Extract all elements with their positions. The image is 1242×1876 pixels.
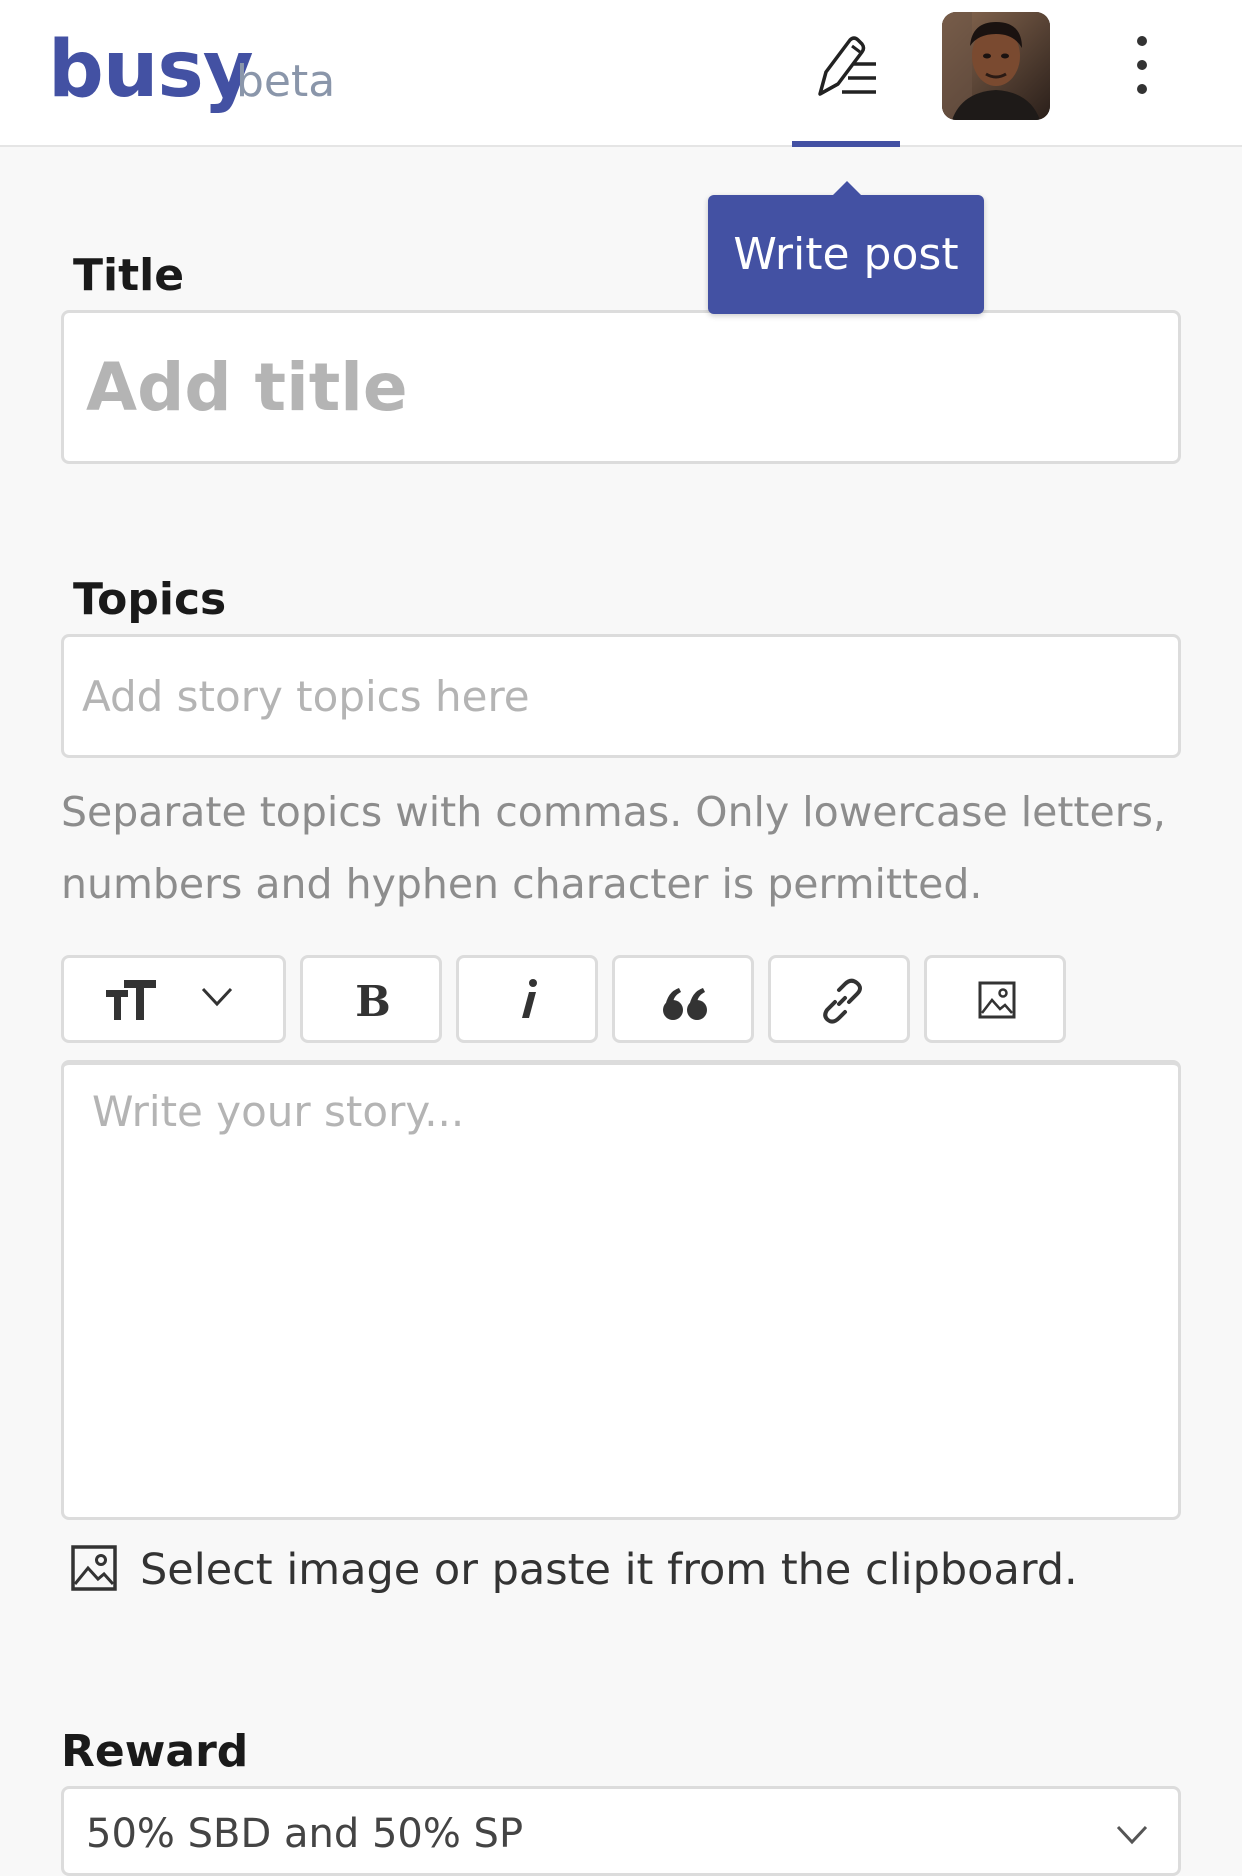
link-button[interactable] bbox=[768, 955, 910, 1043]
quote-button[interactable] bbox=[612, 955, 754, 1043]
write-post-button[interactable] bbox=[792, 0, 900, 147]
italic-icon bbox=[522, 979, 537, 1018]
topics-field[interactable] bbox=[61, 634, 1181, 758]
image-button[interactable] bbox=[924, 955, 1066, 1043]
app-logo[interactable]: busy bbox=[48, 20, 254, 120]
story-editor[interactable] bbox=[61, 1060, 1181, 1520]
title-input[interactable] bbox=[64, 313, 1178, 461]
app-header: busy beta bbox=[0, 0, 1242, 147]
bold-icon: B bbox=[355, 978, 391, 1022]
reward-select[interactable]: 50% SBD and 50% SP bbox=[61, 1786, 1181, 1876]
svg-text:B: B bbox=[355, 978, 391, 1022]
title-field[interactable] bbox=[61, 310, 1181, 464]
bold-button[interactable]: B bbox=[300, 955, 442, 1043]
quote-icon bbox=[663, 988, 707, 1020]
user-avatar[interactable] bbox=[942, 12, 1050, 120]
more-dot bbox=[1137, 36, 1147, 46]
topics-hint: Separate topics with commas. Only lowerc… bbox=[61, 788, 1166, 908]
text-size-button[interactable] bbox=[61, 955, 286, 1043]
more-dot bbox=[1137, 60, 1147, 70]
reward-label: Reward bbox=[61, 1726, 249, 1777]
topics-label: Topics bbox=[73, 574, 227, 625]
image-icon bbox=[71, 1545, 117, 1591]
italic-button[interactable] bbox=[456, 955, 598, 1043]
more-dot bbox=[1137, 84, 1147, 94]
text-size-icon bbox=[106, 980, 156, 1020]
write-post-tooltip: Write post bbox=[708, 181, 984, 314]
chevron-down-icon bbox=[1116, 1825, 1148, 1845]
beta-badge: beta bbox=[236, 56, 336, 107]
more-options-button[interactable] bbox=[1110, 30, 1174, 100]
write-post-icon bbox=[818, 36, 876, 96]
reward-selected-value: 50% SBD and 50% SP bbox=[86, 1811, 524, 1857]
story-textarea[interactable] bbox=[64, 1065, 1178, 1517]
image-upload-text: Select image or paste it from the clipbo… bbox=[140, 1545, 1078, 1595]
title-label: Title bbox=[73, 250, 185, 301]
active-tab-indicator bbox=[792, 141, 900, 147]
image-icon bbox=[978, 981, 1016, 1019]
topics-input[interactable] bbox=[64, 637, 1178, 755]
link-icon bbox=[823, 978, 862, 1024]
avatar-image bbox=[942, 12, 1050, 120]
chevron-down-icon bbox=[201, 987, 233, 1007]
